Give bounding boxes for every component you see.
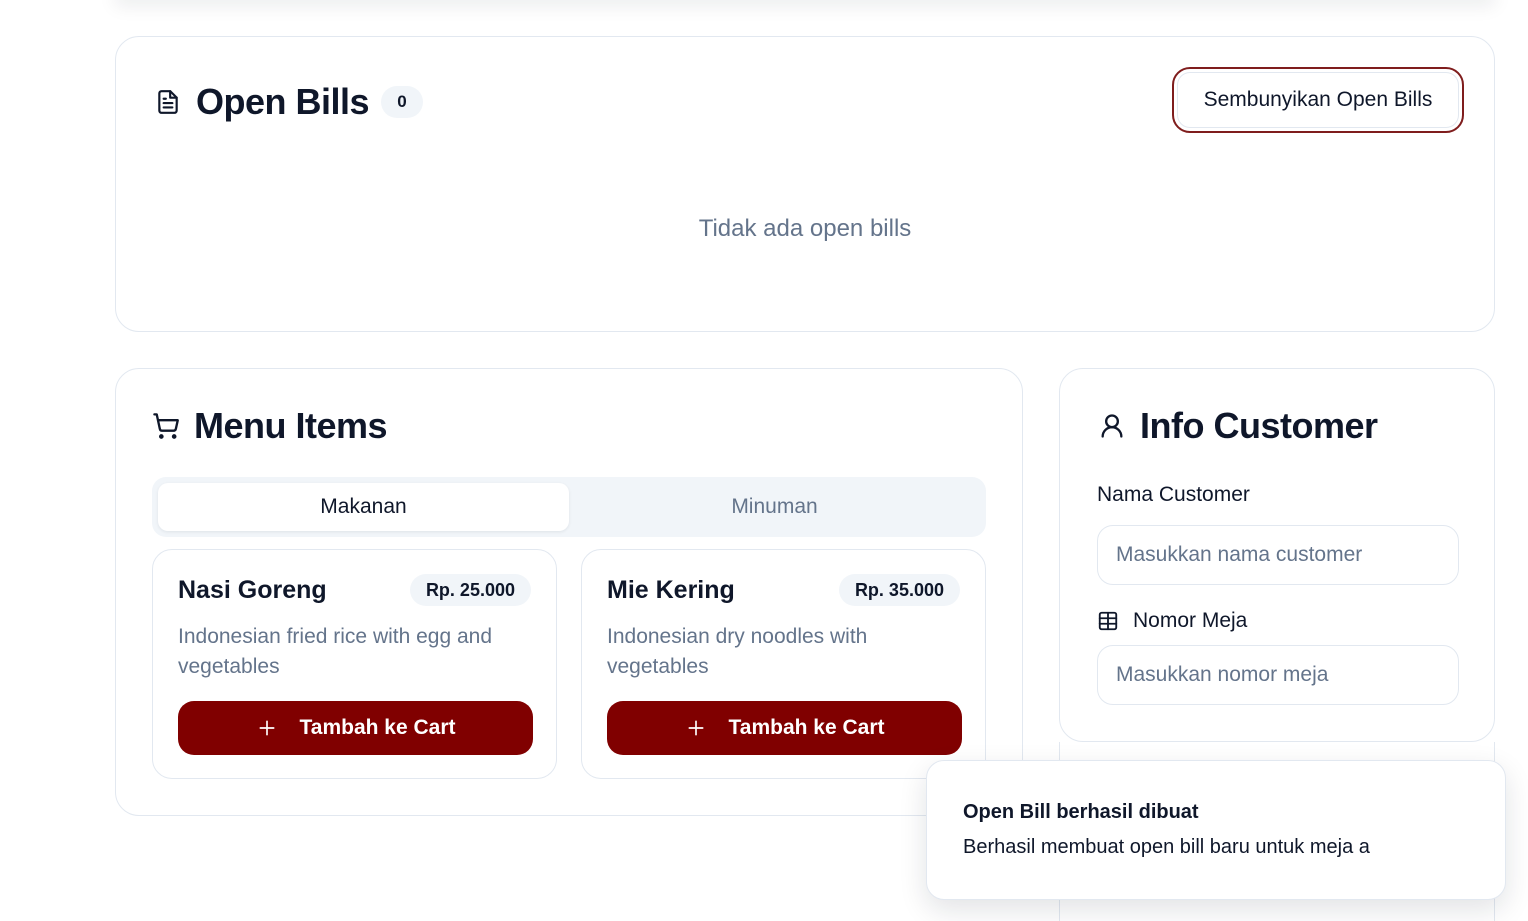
add-to-cart-button[interactable]: Tambah ke Cart — [607, 701, 962, 755]
plus-icon — [685, 717, 707, 739]
toast-description: Berhasil membuat open bill baru untuk me… — [963, 836, 1370, 858]
user-icon — [1098, 412, 1126, 440]
open-bills-empty-text: Tidak ada open bills — [698, 215, 912, 242]
menu-item-name: Nasi Goreng — [178, 576, 327, 604]
shopping-cart-icon — [152, 412, 180, 440]
menu-item-card: Nasi Goreng Rp. 25.000 Indonesian fried … — [152, 549, 557, 779]
menu-items-card: Menu Items Makanan Minuman Nasi Goreng R… — [115, 368, 1023, 816]
table-number-input[interactable] — [1097, 645, 1459, 705]
menu-item-description: Indonesian dry noodles with vegetables — [607, 625, 868, 678]
customer-name-input[interactable] — [1097, 525, 1459, 585]
open-bills-title: Open Bills — [196, 81, 370, 122]
table-number-label: Nomor Meja — [1097, 609, 1247, 633]
table-grid-icon — [1097, 610, 1119, 632]
open-bills-card: Open Bills 0 Sembunyikan Open Bills Tida… — [115, 36, 1495, 332]
open-bills-count-badge: 0 — [381, 86, 424, 118]
menu-item-description: Indonesian fried rice with egg and veget… — [178, 625, 493, 678]
menu-items-header: Menu Items — [152, 405, 388, 447]
menu-item-card: Mie Kering Rp. 35.000 Indonesian dry noo… — [581, 549, 986, 779]
toast-title: Open Bill berhasil dibuat — [963, 801, 1199, 823]
add-to-cart-button[interactable]: Tambah ke Cart — [178, 701, 533, 755]
menu-item-price: Rp. 35.000 — [838, 574, 960, 606]
open-bills-header: Open Bills 0 — [154, 81, 424, 123]
tab-minuman[interactable]: Minuman — [569, 483, 980, 531]
menu-item-name: Mie Kering — [607, 576, 735, 604]
menu-items-title: Menu Items — [194, 405, 388, 446]
customer-name-label-text: Nama Customer — [1097, 483, 1250, 506]
hide-open-bills-button[interactable]: Sembunyikan Open Bills — [1172, 67, 1464, 133]
menu-category-tabs: Makanan Minuman — [152, 477, 986, 537]
add-to-cart-label: Tambah ke Cart — [299, 716, 456, 739]
tab-makanan[interactable]: Makanan — [158, 483, 569, 531]
file-text-icon — [154, 88, 182, 116]
info-customer-card: Info Customer Nama Customer Nomor Meja — [1059, 368, 1495, 742]
plus-icon — [256, 717, 278, 739]
table-number-label-text: Nomor Meja — [1133, 609, 1248, 632]
info-customer-title: Info Customer — [1140, 405, 1378, 446]
toast-notification[interactable]: Open Bill berhasil dibuat Berhasil membu… — [926, 760, 1506, 900]
menu-item-price: Rp. 25.000 — [409, 574, 531, 606]
add-to-cart-label: Tambah ke Cart — [728, 716, 885, 739]
customer-name-label: Nama Customer — [1097, 483, 1250, 507]
info-customer-header: Info Customer — [1098, 405, 1378, 447]
